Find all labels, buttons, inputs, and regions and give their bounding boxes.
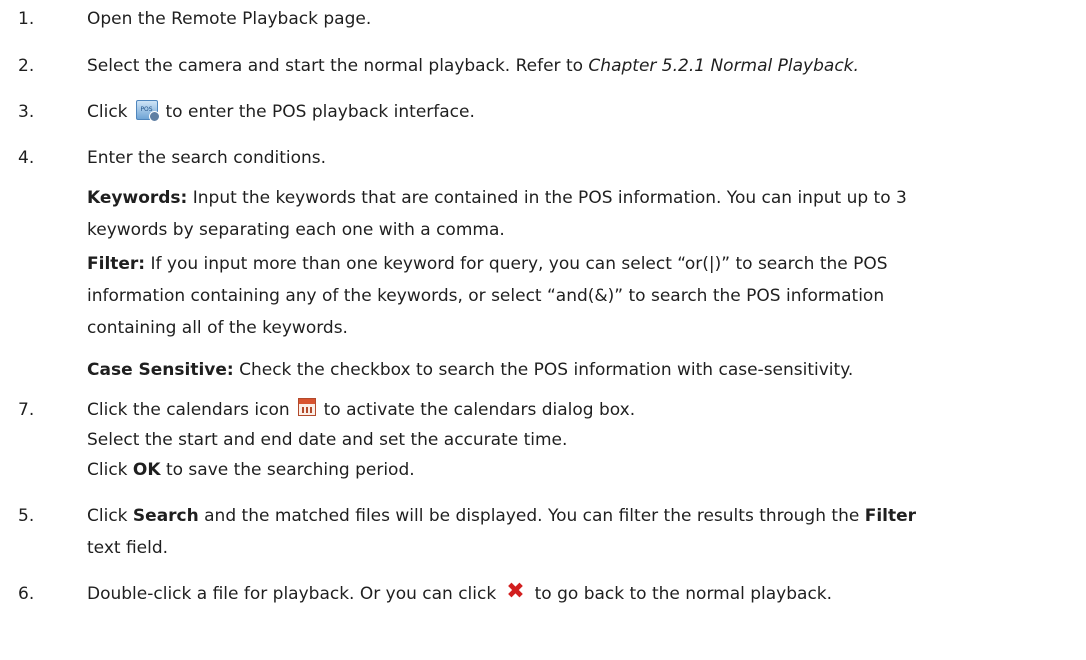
keywords-label: Keywords:: [87, 188, 188, 208]
calendar-substep-1: Select the start and end date and set th…: [87, 430, 568, 450]
step-3: 3. Click POS to enter the POS playback int…: [0, 97, 1086, 127]
filter-field-label: Filter: [864, 506, 917, 526]
step-2: 2. Select the camera and start the norma…: [0, 51, 1086, 81]
step-text: Open the Remote Playback page.: [87, 9, 372, 29]
step-text: Enter the search conditions.: [87, 148, 327, 168]
calendar-icon: [297, 398, 316, 416]
step-text: Click POS to enter the POS playback interf…: [87, 100, 475, 122]
case-sensitive-label: Case Sensitive:: [87, 360, 234, 380]
step-1: 1. Open the Remote Playback page.: [0, 4, 1086, 34]
step-number: 4.: [18, 148, 35, 168]
filter-label: Filter:: [87, 254, 146, 274]
ok-label: OK: [132, 460, 161, 480]
keywords-line-1: Keywords: Input the keywords that are co…: [87, 188, 907, 208]
keywords-line-2: keywords by separating each one with a c…: [87, 220, 505, 240]
step-number: 2.: [18, 56, 35, 76]
step-text: Click the calendars icon to activate the …: [87, 398, 636, 420]
step-number: 1.: [18, 9, 35, 29]
step-number: 6.: [18, 584, 35, 604]
step-4: 4. Enter the search conditions.: [0, 143, 1086, 173]
step-text: Click Search and the matched files will …: [87, 506, 917, 526]
case-sensitive-line: Case Sensitive: Check the checkbox to se…: [87, 360, 854, 380]
step-number: 5.: [18, 506, 35, 526]
calendar-substep-2: Click OK to save the searching period.: [87, 460, 415, 480]
chapter-reference: Chapter 5.2.1 Normal Playback.: [588, 56, 859, 76]
step-5-continued: text field.: [87, 538, 169, 558]
step-6: 6. Double-click a file for playback. Or …: [0, 579, 1086, 609]
filter-line-3: containing all of the keywords.: [87, 318, 348, 338]
step-7: 7. Click the calendars icon to activate t…: [0, 395, 1086, 425]
close-icon: ✖: [506, 579, 525, 604]
step-5: 5. Click Search and the matched files wi…: [0, 501, 1086, 531]
search-label: Search: [132, 506, 199, 526]
step-text: Double-click a file for playback. Or you…: [87, 579, 1082, 609]
document-page: 1. Open the Remote Playback page. 2. Sel…: [0, 0, 1086, 660]
step-number: 3.: [18, 102, 35, 122]
filter-line-1: Filter: If you input more than one keywo…: [87, 254, 888, 274]
filter-line-2: information containing any of the keywor…: [87, 286, 885, 306]
step-number: 7.: [18, 400, 35, 420]
step-text: Select the camera and start the normal p…: [87, 56, 859, 76]
pos-playback-icon: POS: [135, 100, 160, 122]
